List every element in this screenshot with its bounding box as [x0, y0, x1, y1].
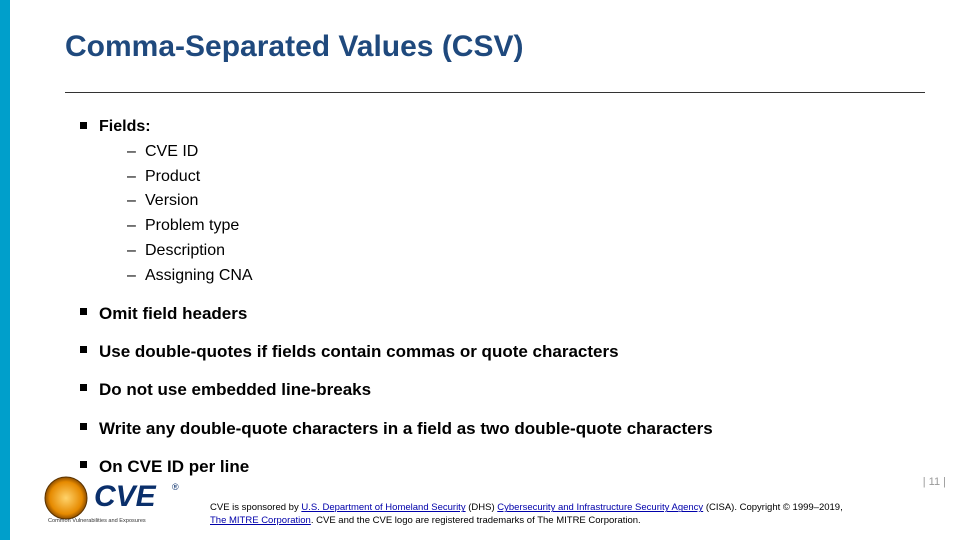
- square-bullet-icon: [80, 122, 87, 129]
- field-item: Version: [145, 189, 198, 214]
- square-bullet-icon: [80, 346, 87, 353]
- field-item: Problem type: [145, 214, 239, 239]
- square-bullet-icon: [80, 308, 87, 315]
- dash-icon: –: [127, 165, 145, 190]
- dash-icon: –: [127, 140, 145, 165]
- dash-icon: –: [127, 239, 145, 264]
- sub-item: –CVE ID: [127, 140, 253, 165]
- dhs-link[interactable]: U.S. Department of Homeland Security: [301, 502, 465, 513]
- sub-item: –Version: [127, 189, 253, 214]
- footer-text: . CVE and the CVE logo are registered tr…: [311, 515, 641, 526]
- field-item: CVE ID: [145, 140, 198, 165]
- sub-item: –Problem type: [127, 214, 253, 239]
- bullet-text: Use double-quotes if fields contain comm…: [99, 339, 619, 365]
- footer-text: (CISA). Copyright © 1999–2019,: [703, 502, 843, 513]
- dash-icon: –: [127, 214, 145, 239]
- cisa-link[interactable]: Cybersecurity and Infrastructure Securit…: [497, 502, 703, 513]
- svg-text:Common Vulnerabilities and Exp: Common Vulnerabilities and Exposures: [48, 518, 146, 524]
- bullet-text: Write any double-quote characters in a f…: [99, 416, 713, 442]
- title-divider: [65, 92, 925, 93]
- field-item: Assigning CNA: [145, 264, 253, 289]
- dash-icon: –: [127, 264, 145, 289]
- bullet-double-quotes: Use double-quotes if fields contain comm…: [80, 339, 930, 365]
- sub-item: –Assigning CNA: [127, 264, 253, 289]
- sub-item: –Product: [127, 165, 253, 190]
- sub-item: –Description: [127, 239, 253, 264]
- bullet-escape-quotes: Write any double-quote characters in a f…: [80, 416, 930, 442]
- square-bullet-icon: [80, 384, 87, 391]
- square-bullet-icon: [80, 461, 87, 468]
- bullet-no-linebreaks: Do not use embedded line-breaks: [80, 377, 930, 403]
- content-area: Fields: –CVE ID –Product –Version –Probl…: [80, 115, 930, 480]
- footer-text: (DHS): [466, 502, 498, 513]
- dash-icon: –: [127, 189, 145, 214]
- svg-text:CVE: CVE: [94, 480, 157, 513]
- accent-bar: [0, 0, 10, 540]
- svg-text:®: ®: [172, 482, 179, 492]
- mitre-link[interactable]: The MITRE Corporation: [210, 515, 311, 526]
- field-item: Product: [145, 165, 200, 190]
- page-title: Comma-Separated Values (CSV): [65, 30, 523, 64]
- fields-label: Fields:: [99, 115, 253, 140]
- bullet-text: Omit field headers: [99, 301, 247, 327]
- field-item: Description: [145, 239, 225, 264]
- footer-copyright: CVE is sponsored by U.S. Department of H…: [210, 502, 946, 528]
- fields-sublist: –CVE ID –Product –Version –Problem type …: [127, 140, 253, 289]
- bullet-text: Do not use embedded line-breaks: [99, 377, 371, 403]
- bullet-omit-headers: Omit field headers: [80, 301, 930, 327]
- page-number: | 11 |: [923, 476, 946, 488]
- square-bullet-icon: [80, 423, 87, 430]
- cve-logo: CVE ® Common Vulnerabilities and Exposur…: [40, 472, 180, 526]
- slide-body: Comma-Separated Values (CSV) Fields: –CV…: [10, 0, 960, 540]
- footer: CVE ® Common Vulnerabilities and Exposur…: [10, 468, 960, 540]
- footer-text: CVE is sponsored by: [210, 502, 301, 513]
- bullet-fields: Fields: –CVE ID –Product –Version –Probl…: [80, 115, 930, 289]
